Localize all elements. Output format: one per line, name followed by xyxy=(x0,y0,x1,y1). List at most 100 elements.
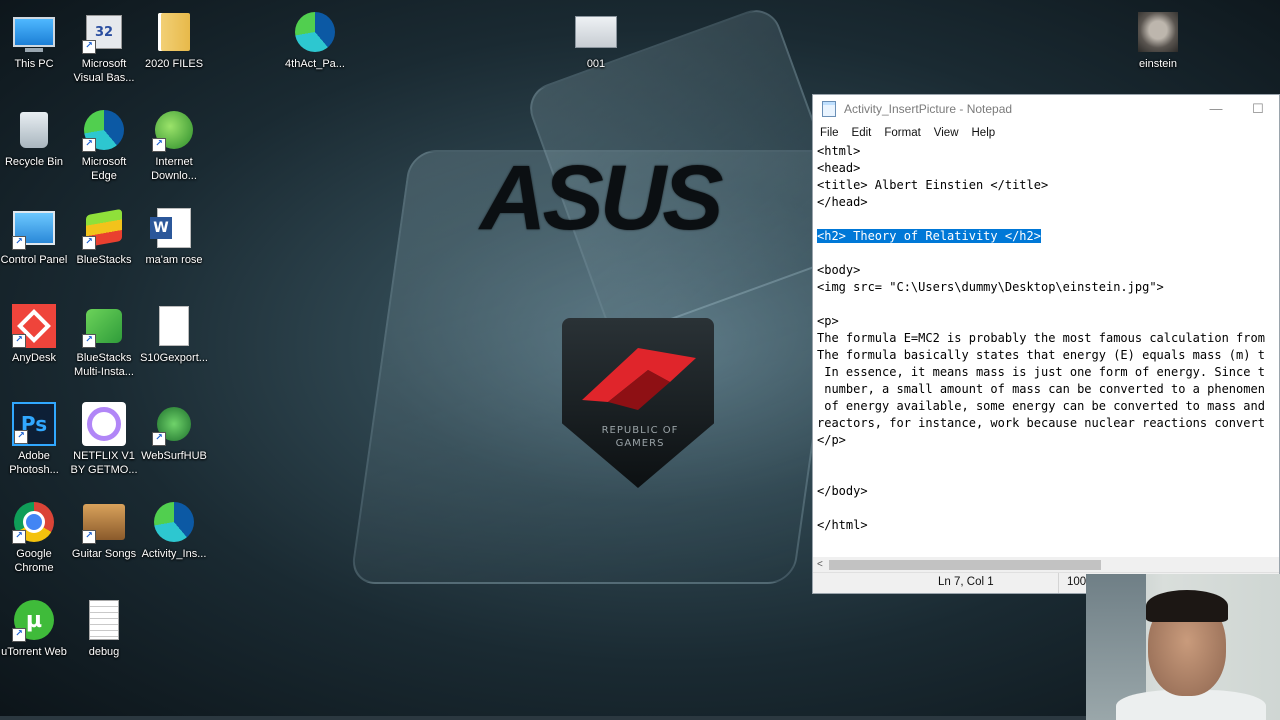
desktop-icon-chrome[interactable]: ↗ Google Chrome xyxy=(0,500,70,575)
desktop-icon-internet-download[interactable]: ↗ Internet Downlo... xyxy=(138,108,210,183)
icon-label: Microsoft Edge xyxy=(81,156,127,182)
shortcut-arrow-icon: ↗ xyxy=(12,530,26,544)
menu-help[interactable]: Help xyxy=(972,127,996,139)
bluestacks-icon: ↗ xyxy=(82,206,126,250)
notepad-menu-bar: File Edit Format View Help xyxy=(813,123,1279,143)
desktop-icon-recycle-bin[interactable]: Recycle Bin xyxy=(0,108,70,169)
desktop-icon-activity-insert[interactable]: Activity_Ins... xyxy=(138,500,210,561)
shortcut-arrow-icon: ↗ xyxy=(12,334,26,348)
menu-format[interactable]: Format xyxy=(884,127,920,139)
maximize-button[interactable]: ☐ xyxy=(1237,101,1279,117)
text-line: </html> xyxy=(817,517,1279,534)
shortcut-arrow-icon: ↗ xyxy=(152,138,166,152)
icon-label: 2020 FILES xyxy=(144,58,204,70)
text-line: <img src= "C:\Users\dummy\Desktop\einste… xyxy=(817,279,1279,296)
line-text: </body> xyxy=(817,484,868,498)
websurf-icon: ↗ xyxy=(152,402,196,446)
notepad-title: Activity_InsertPicture - Notepad xyxy=(844,102,1013,116)
desktop-icon-maam-rose[interactable]: W ma'am rose xyxy=(138,206,210,267)
desktop-icon-einstein[interactable]: einstein xyxy=(1122,10,1194,71)
menu-edit[interactable]: Edit xyxy=(852,127,872,139)
desktop-icon-bluestacks[interactable]: ↗ BlueStacks xyxy=(68,206,140,267)
text-line: The formula E=MC2 is probably the most f… xyxy=(817,330,1279,347)
shortcut-arrow-icon: ↗ xyxy=(82,236,96,250)
icon-label: Activity_Ins... xyxy=(141,548,207,560)
line-text: </head> xyxy=(817,195,868,209)
text-line: <body> xyxy=(817,262,1279,279)
shortcut-arrow-icon: ↗ xyxy=(82,334,96,348)
folder-icon xyxy=(152,10,196,54)
notepad-text-area[interactable]: <html> <head> <title> Albert Einstien </ti… xyxy=(817,143,1279,551)
taskbar-edge xyxy=(0,716,1086,720)
icon-label: 001 xyxy=(586,58,606,70)
text-line xyxy=(817,296,1279,313)
text-line xyxy=(817,466,1279,483)
text-line xyxy=(817,500,1279,517)
word-document-icon: W xyxy=(150,206,196,250)
window-controls: — ☐ xyxy=(1195,101,1279,117)
icon-label: Google Chrome xyxy=(14,548,54,574)
icon-label: Internet Downlo... xyxy=(151,156,197,182)
minimize-button[interactable]: — xyxy=(1195,101,1237,117)
icon-label: ma'am rose xyxy=(145,254,203,266)
edge-icon xyxy=(293,10,337,54)
desktop-icon-guitar-songs[interactable]: ↗ Guitar Songs xyxy=(68,500,140,561)
icon-label: BlueStacks Multi-Insta... xyxy=(74,352,134,378)
line-text: In essence, it means mass is just one fo… xyxy=(817,365,1265,379)
utorrent-icon: µ ↗ xyxy=(12,598,56,642)
status-separator xyxy=(1058,573,1059,593)
scroll-left-arrow[interactable]: < xyxy=(817,557,823,573)
line-text: number, a small amount of mass can be co… xyxy=(817,382,1265,396)
control-panel-icon: ↗ xyxy=(12,206,56,250)
line-text: </p> xyxy=(817,433,846,447)
text-line: <html> xyxy=(817,143,1279,160)
desktop-icon-websurfhub[interactable]: ↗ WebSurfHUB xyxy=(138,402,210,463)
guitar-folder-icon: ↗ xyxy=(82,500,126,544)
line-text: reactors, for instance, work because nuc… xyxy=(817,416,1265,430)
wallpaper-rog-text: REPUBLIC OF GAMERS xyxy=(580,424,700,450)
desktop-icon-netflix[interactable]: NETFLIX V1 BY GETMO... xyxy=(68,402,140,477)
edge-icon xyxy=(152,500,196,544)
desktop-icon-bluestacks-multi[interactable]: ↗ BlueStacks Multi-Insta... xyxy=(68,304,140,379)
line-text: The formula E=MC2 is probably the most f… xyxy=(817,331,1265,345)
desktop-icon-001[interactable]: 001 xyxy=(560,10,632,71)
icon-label: Control Panel xyxy=(0,254,68,266)
desktop-icon-2020-files[interactable]: 2020 FILES xyxy=(138,10,210,71)
chrome-icon: ↗ xyxy=(12,500,56,544)
menu-file[interactable]: File xyxy=(820,127,839,139)
text-line: The formula basically states that energy… xyxy=(817,347,1279,364)
desktop-icon-microsoft-edge[interactable]: ↗ Microsoft Edge xyxy=(68,108,140,183)
line-text: of energy available, some energy can be … xyxy=(817,399,1265,413)
line-text: </html> xyxy=(817,518,868,532)
icon-label: Recycle Bin xyxy=(4,156,64,168)
desktop-icon-debug[interactable]: debug xyxy=(68,598,140,659)
desktop-icon-visual-basic[interactable]: 32 ↗ Microsoft Visual Bas... xyxy=(68,10,140,85)
wallpaper-asus-logo: ASUS xyxy=(480,147,724,249)
scrollbar-thumb[interactable] xyxy=(829,560,1101,570)
icon-label: NETFLIX V1 BY GETMO... xyxy=(70,450,138,476)
edge-icon: ↗ xyxy=(82,108,126,152)
text-line: </head> xyxy=(817,194,1279,211)
notepad-icon xyxy=(822,101,836,117)
desktop-icon-4thact[interactable]: 4thAct_Pa... xyxy=(279,10,351,71)
notepad-window[interactable]: Activity_InsertPicture - Notepad — ☐ Fil… xyxy=(812,94,1280,594)
text-line: <p> xyxy=(817,313,1279,330)
desktop-icon-s10gexport[interactable]: S10Gexport... xyxy=(138,304,210,365)
internet-download-manager-icon: ↗ xyxy=(152,108,196,152)
shortcut-arrow-icon: ↗ xyxy=(12,628,26,642)
webcam-overlay xyxy=(1086,574,1280,720)
desktop-icon-utorrent-web[interactable]: µ ↗ uTorrent Web xyxy=(0,598,70,659)
desktop-icon-control-panel[interactable]: ↗ Control Panel xyxy=(0,206,70,267)
line-text: <body> xyxy=(817,263,861,277)
desktop-icon-photoshop[interactable]: Ps ↗ Adobe Photosh... xyxy=(0,402,70,477)
line-text: <head> xyxy=(817,161,861,175)
icon-label: 4thAct_Pa... xyxy=(285,58,345,70)
menu-view[interactable]: View xyxy=(934,127,959,139)
icon-label: Guitar Songs xyxy=(71,548,137,560)
desktop-icon-this-pc[interactable]: This PC xyxy=(0,10,70,71)
horizontal-scrollbar[interactable]: < xyxy=(813,557,1279,573)
text-line: </p> xyxy=(817,432,1279,449)
desktop-icon-anydesk[interactable]: ↗ AnyDesk xyxy=(0,304,70,365)
notepad-title-bar[interactable]: Activity_InsertPicture - Notepad — ☐ xyxy=(813,95,1279,123)
text-line: of energy available, some energy can be … xyxy=(817,398,1279,415)
